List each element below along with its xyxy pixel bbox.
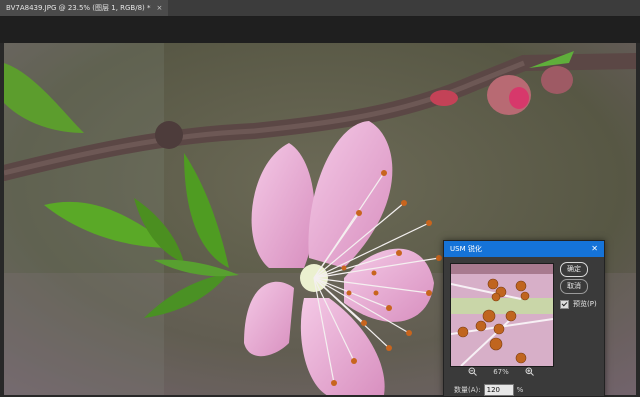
zoom-level: 67%	[493, 367, 509, 376]
preview-checkbox-label: 预览(P)	[573, 300, 597, 308]
amount-row: 数量(A): 120 %	[454, 384, 523, 396]
document-tab[interactable]: BV7A8439.JPG @ 23.5% (图层 1, RGB/8) * ×	[0, 0, 169, 16]
dialog-close-icon[interactable]: ✕	[591, 241, 598, 257]
document-tab-bar: BV7A8439.JPG @ 23.5% (图层 1, RGB/8) * ×	[0, 0, 640, 17]
canvas-top-strip	[0, 17, 640, 43]
amount-unit: %	[516, 386, 524, 394]
amount-label: 数量(A):	[454, 386, 481, 394]
preview-window[interactable]	[450, 263, 554, 367]
cancel-button[interactable]: 取消	[560, 279, 588, 294]
checkbox-icon[interactable]	[560, 299, 569, 309]
preview-image	[451, 264, 553, 366]
zoom-in-icon[interactable]	[525, 367, 534, 376]
zoom-controls: 67%	[450, 367, 552, 376]
document-tab-title: BV7A8439.JPG @ 23.5% (图层 1, RGB/8) *	[6, 4, 151, 12]
amount-input[interactable]: 120	[483, 384, 514, 396]
tab-close-icon[interactable]: ×	[157, 0, 163, 16]
preview-toggle[interactable]: 预览(P)	[560, 299, 597, 309]
zoom-out-icon[interactable]	[468, 367, 478, 376]
dialog-title: USM 锐化	[450, 245, 482, 253]
dialog-title-bar[interactable]: USM 锐化 ✕	[444, 241, 604, 257]
usm-sharpen-dialog: USM 锐化 ✕ 确定 取消 预览(P) 67% 数量(A): 120 %	[443, 240, 605, 397]
ok-button[interactable]: 确定	[560, 262, 588, 277]
